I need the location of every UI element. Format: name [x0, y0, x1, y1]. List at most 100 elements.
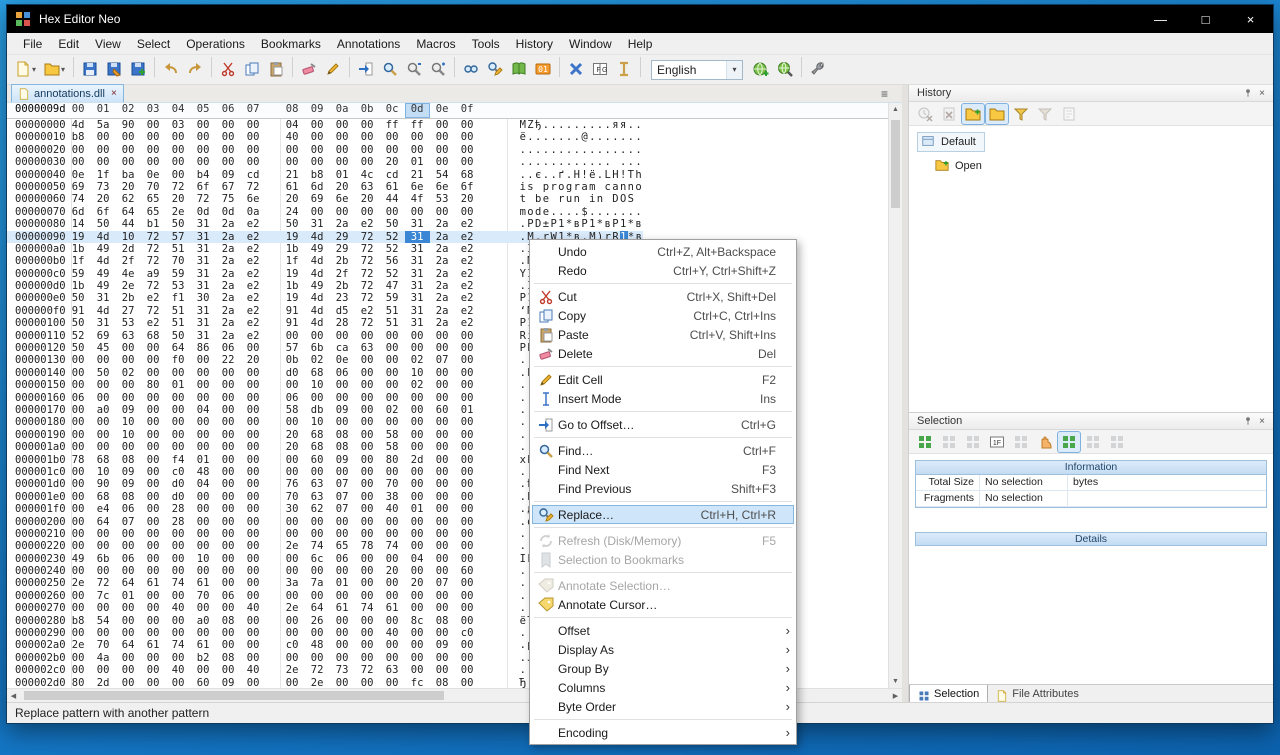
hex-byte[interactable]: 00: [166, 144, 191, 156]
column-header-01[interactable]: 01: [91, 103, 116, 118]
hex-byte[interactable]: 56: [380, 255, 405, 267]
hex-byte[interactable]: 00: [430, 144, 455, 156]
hex-byte[interactable]: 00: [91, 429, 116, 441]
hex-byte[interactable]: 00: [166, 615, 191, 627]
hex-byte[interactable]: 00: [380, 131, 405, 143]
hex-byte[interactable]: 00: [330, 565, 355, 577]
hex-byte[interactable]: 52: [380, 243, 405, 255]
hex-byte[interactable]: 3a: [280, 577, 305, 589]
hex-byte[interactable]: 00: [455, 528, 480, 540]
menu-bookmarks[interactable]: Bookmarks: [253, 33, 329, 55]
hex-byte[interactable]: 50: [166, 218, 191, 230]
hex-byte[interactable]: 00: [241, 131, 266, 143]
hex-byte[interactable]: 00: [66, 416, 91, 428]
vertical-scroll-thumb[interactable]: [891, 120, 900, 208]
horizontal-scroll-thumb[interactable]: [24, 691, 444, 700]
hex-byte[interactable]: 00: [330, 627, 355, 639]
hex-byte[interactable]: 70: [380, 478, 405, 490]
hex-byte[interactable]: 63: [380, 664, 405, 676]
select-all-button[interactable]: [914, 432, 936, 452]
hex-byte[interactable]: 00: [330, 379, 355, 391]
hex-byte[interactable]: 26: [305, 615, 330, 627]
hex-byte[interactable]: 68: [91, 491, 116, 503]
modify-bits-button[interactable]: [322, 59, 344, 79]
hex-byte[interactable]: 72: [166, 181, 191, 193]
hex-byte[interactable]: 00: [241, 528, 266, 540]
hex-byte[interactable]: 00: [191, 627, 216, 639]
hex-byte[interactable]: 2e: [280, 602, 305, 614]
hex-byte[interactable]: 52: [380, 231, 405, 243]
hex-byte[interactable]: 61: [380, 181, 405, 193]
menu-tools[interactable]: Tools: [464, 33, 508, 55]
hex-byte[interactable]: 00: [430, 652, 455, 664]
hex-byte[interactable]: a0: [91, 404, 116, 416]
hex-byte[interactable]: e2: [241, 292, 266, 304]
goto-offset-button[interactable]: [355, 59, 377, 79]
hex-byte[interactable]: f4: [166, 454, 191, 466]
hex-byte[interactable]: 72: [355, 255, 380, 267]
hex-byte[interactable]: 7a: [305, 577, 330, 589]
hex-byte[interactable]: 00: [305, 627, 330, 639]
hex-byte[interactable]: 00: [305, 156, 330, 168]
ascii-text[interactable]: is program canno: [520, 181, 644, 193]
hex-byte[interactable]: 20: [166, 193, 191, 205]
hex-byte[interactable]: 19: [280, 268, 305, 280]
hex-byte[interactable]: c0: [166, 466, 191, 478]
hex-byte[interactable]: e4: [91, 503, 116, 515]
column-header-06[interactable]: 06: [216, 103, 241, 118]
hex-byte[interactable]: 00: [241, 503, 266, 515]
menu-item-edit-cell[interactable]: Edit CellF2: [532, 370, 794, 389]
hex-byte[interactable]: 2e: [116, 280, 141, 292]
hex-byte[interactable]: 00: [191, 602, 216, 614]
hex-byte[interactable]: 00: [166, 652, 191, 664]
hex-byte[interactable]: 6b: [305, 342, 330, 354]
hex-byte[interactable]: e2: [455, 280, 480, 292]
menu-file[interactable]: File: [15, 33, 50, 55]
hex-byte[interactable]: 53: [430, 193, 455, 205]
hex-byte[interactable]: 00: [66, 627, 91, 639]
hex-byte[interactable]: 00: [455, 466, 480, 478]
hex-byte[interactable]: 49: [305, 243, 330, 255]
hex-byte[interactable]: 01: [191, 454, 216, 466]
hex-byte[interactable]: 68: [141, 330, 166, 342]
hex-byte[interactable]: 00: [91, 416, 116, 428]
menu-item-columns[interactable]: Columns›: [532, 678, 794, 697]
hex-byte[interactable]: 00: [166, 627, 191, 639]
hex-byte[interactable]: e2: [241, 268, 266, 280]
scroll-down-icon[interactable]: ▼: [889, 675, 902, 688]
find-button[interactable]: [379, 59, 401, 79]
hex-byte[interactable]: 00: [430, 156, 455, 168]
hex-byte[interactable]: 06: [216, 342, 241, 354]
hex-byte[interactable]: 80: [380, 454, 405, 466]
ascii-text[interactable]: ё.......@.......: [520, 131, 644, 143]
hex-byte[interactable]: 09: [330, 454, 355, 466]
hex-byte[interactable]: ba: [116, 169, 141, 181]
binary-template-button[interactable]: 01: [532, 59, 554, 79]
hex-byte[interactable]: 53: [166, 280, 191, 292]
hex-byte[interactable]: 00: [191, 119, 216, 131]
select-block-button[interactable]: [1010, 432, 1032, 452]
hex-byte[interactable]: 00: [305, 516, 330, 528]
hex-byte[interactable]: 19: [280, 292, 305, 304]
select-range-button[interactable]: 1F: [986, 432, 1008, 452]
hex-byte[interactable]: 07: [430, 577, 455, 589]
hex-byte[interactable]: 00: [355, 429, 380, 441]
hex-byte[interactable]: 00: [141, 516, 166, 528]
hex-byte[interactable]: 00: [355, 404, 380, 416]
hex-byte[interactable]: 00: [330, 615, 355, 627]
find-all-button[interactable]: [460, 59, 482, 79]
hex-byte[interactable]: 09: [116, 466, 141, 478]
menu-operations[interactable]: Operations: [178, 33, 253, 55]
hex-byte[interactable]: 00: [191, 379, 216, 391]
hex-byte[interactable]: 00: [116, 602, 141, 614]
hex-byte[interactable]: 00: [66, 528, 91, 540]
hex-byte[interactable]: 68: [455, 169, 480, 181]
replace-button[interactable]: [484, 59, 506, 79]
hex-byte[interactable]: cd: [241, 169, 266, 181]
hex-byte[interactable]: 00: [91, 540, 116, 552]
hex-byte[interactable]: 00: [380, 590, 405, 602]
hex-byte[interactable]: 00: [430, 602, 455, 614]
hex-byte[interactable]: 00: [216, 441, 241, 453]
hex-byte[interactable]: 58: [280, 404, 305, 416]
hex-byte[interactable]: 00: [91, 131, 116, 143]
